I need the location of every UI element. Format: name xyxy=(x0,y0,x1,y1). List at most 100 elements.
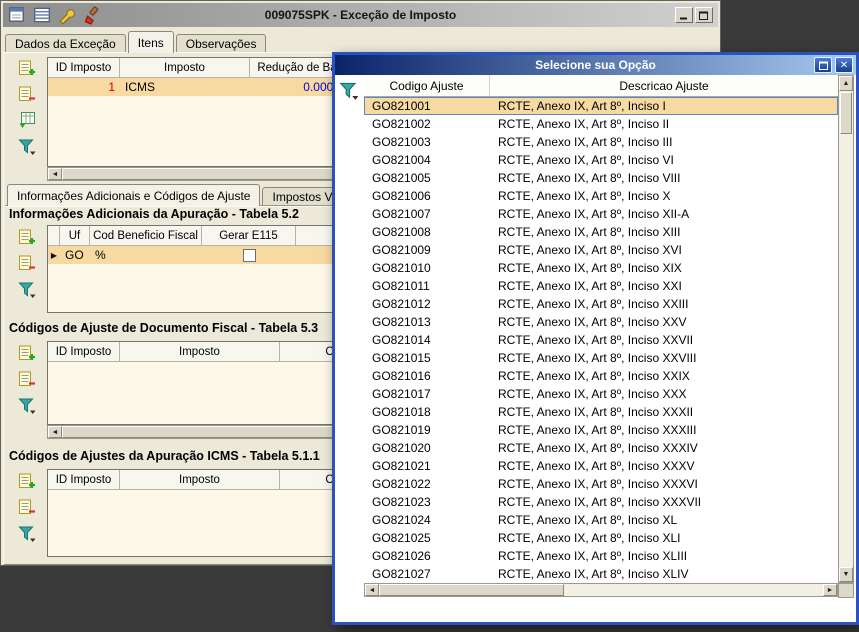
column-header-descricao-ajuste[interactable]: Descricao Ajuste xyxy=(490,75,838,96)
cell-codigo-ajuste: GO821006 xyxy=(372,189,431,203)
desktop: 009075SPK - Exceção de Imposto Dados da … xyxy=(0,0,859,632)
cell-descricao-ajuste: RCTE, Anexo IX, Art 8º, Inciso XXIII xyxy=(498,297,689,311)
column-header-id-imposto[interactable]: ID Imposto xyxy=(48,58,120,78)
popup-titlebar[interactable]: Selecione sua Opção ✕ xyxy=(335,55,856,75)
filter-icon[interactable] xyxy=(17,136,37,156)
column-header-id-imposto[interactable]: ID Imposto xyxy=(48,470,120,490)
row-indicator-icon: ▶ xyxy=(50,250,58,260)
maximize-button[interactable] xyxy=(695,7,713,23)
scrollbar-thumb[interactable] xyxy=(840,92,852,134)
opcoes-grid-row[interactable]: GO821012 RCTE, Anexo IX, Art 8º, Inciso … xyxy=(364,295,838,313)
cell-codigo-ajuste: GO821023 xyxy=(372,495,431,509)
titlebar-icon-group xyxy=(3,5,102,25)
cell-descricao-ajuste: RCTE, Anexo IX, Art 8º, Inciso XLIV xyxy=(498,567,689,581)
column-header-id-imposto[interactable]: ID Imposto xyxy=(48,342,120,362)
grid-icon[interactable] xyxy=(32,5,52,25)
column-header-gerar-e115[interactable]: Gerar E115 xyxy=(202,226,296,246)
scroll-down-icon[interactable]: ▼ xyxy=(839,567,853,582)
opcoes-grid-row[interactable]: GO821003 RCTE, Anexo IX, Art 8º, Inciso … xyxy=(364,133,838,151)
opcoes-grid-row[interactable]: GO821019 RCTE, Anexo IX, Art 8º, Inciso … xyxy=(364,421,838,439)
delete-record-icon[interactable] xyxy=(17,497,37,517)
scrollbar-track[interactable] xyxy=(564,584,823,596)
main-window-buttons xyxy=(675,7,713,23)
cell-descricao-ajuste: RCTE, Anexo IX, Art 8º, Inciso XXX xyxy=(498,387,687,401)
main-titlebar[interactable]: 009075SPK - Exceção de Imposto xyxy=(3,3,718,27)
opcoes-grid-row[interactable]: GO821013 RCTE, Anexo IX, Art 8º, Inciso … xyxy=(364,313,838,331)
opcoes-grid-row[interactable]: GO821007 RCTE, Anexo IX, Art 8º, Inciso … xyxy=(364,205,838,223)
tab-itens[interactable]: Itens xyxy=(127,31,174,53)
delete-record-icon[interactable] xyxy=(17,369,37,389)
cell-descricao-ajuste: RCTE, Anexo IX, Art 8º, Inciso XII-A xyxy=(498,207,690,221)
post-record-icon[interactable] xyxy=(17,110,37,130)
cell-codigo-ajuste: GO821027 xyxy=(372,567,431,581)
filter-icon[interactable] xyxy=(17,523,37,543)
opcoes-grid-row[interactable]: GO821006 RCTE, Anexo IX, Art 8º, Inciso … xyxy=(364,187,838,205)
scroll-right-icon[interactable]: ► xyxy=(823,584,837,596)
delete-record-icon[interactable] xyxy=(17,253,37,273)
scroll-left-icon[interactable]: ◄ xyxy=(48,426,62,438)
column-header-codigo-ajuste[interactable]: Codigo Ajuste xyxy=(364,75,490,96)
opcoes-grid-row[interactable]: GO821017 RCTE, Anexo IX, Art 8º, Inciso … xyxy=(364,385,838,403)
delete-record-icon[interactable] xyxy=(17,84,37,104)
opcoes-grid-row[interactable]: GO821011 RCTE, Anexo IX, Art 8º, Inciso … xyxy=(364,277,838,295)
insert-record-icon[interactable] xyxy=(17,471,37,491)
column-header-uf[interactable]: Uf xyxy=(60,226,90,246)
tab-informacoes-adicionais[interactable]: Informações Adicionais e Códigos de Ajus… xyxy=(7,184,261,206)
filter-icon[interactable] xyxy=(17,395,37,415)
column-header-cod-beneficio[interactable]: Cod Beneficio Fiscal xyxy=(90,226,202,246)
opcoes-grid-row[interactable]: GO821004 RCTE, Anexo IX, Art 8º, Inciso … xyxy=(364,151,838,169)
scroll-up-icon[interactable]: ▲ xyxy=(839,76,853,91)
column-header-reducao[interactable]: Redução de Ba xyxy=(250,58,345,78)
opcoes-grid-row[interactable]: GO821010 RCTE, Anexo IX, Art 8º, Inciso … xyxy=(364,259,838,277)
column-header-imposto[interactable]: Imposto xyxy=(120,58,250,78)
minimize-icon xyxy=(679,17,687,19)
brush-icon[interactable] xyxy=(82,5,102,25)
column-header-imposto[interactable]: Imposto xyxy=(120,342,280,362)
scrollbar-track[interactable] xyxy=(839,135,853,567)
cell-codigo-ajuste: GO821012 xyxy=(372,297,431,311)
scrollbar-thumb[interactable] xyxy=(379,584,564,596)
opcoes-grid-row[interactable]: GO821023 RCTE, Anexo IX, Art 8º, Inciso … xyxy=(364,493,838,511)
opcoes-grid-vscrollbar[interactable]: ▲ ▼ xyxy=(838,75,854,583)
opcoes-grid-row[interactable]: GO821022 RCTE, Anexo IX, Art 8º, Inciso … xyxy=(364,475,838,493)
scroll-left-icon[interactable]: ◄ xyxy=(48,168,62,180)
opcoes-grid-row[interactable]: GO821016 RCTE, Anexo IX, Art 8º, Inciso … xyxy=(364,367,838,385)
opcoes-grid-row[interactable]: GO821027 RCTE, Anexo IX, Art 8º, Inciso … xyxy=(364,565,838,583)
insert-record-icon[interactable] xyxy=(17,58,37,78)
report-icon[interactable] xyxy=(7,5,27,25)
cell-codigo-ajuste: GO821009 xyxy=(372,243,431,257)
tab-observacoes[interactable]: Observações xyxy=(175,34,267,53)
opcoes-grid-row[interactable]: GO821026 RCTE, Anexo IX, Art 8º, Inciso … xyxy=(364,547,838,565)
wrench-icon[interactable] xyxy=(57,5,77,25)
cell-codigo-ajuste: GO821007 xyxy=(372,207,431,221)
opcoes-grid-row[interactable]: GO821002 RCTE, Anexo IX, Art 8º, Inciso … xyxy=(364,115,838,133)
opcoes-grid-row[interactable]: GO821020 RCTE, Anexo IX, Art 8º, Inciso … xyxy=(364,439,838,457)
tab-label: Itens xyxy=(137,35,164,50)
opcoes-grid-row[interactable]: GO821024 RCTE, Anexo IX, Art 8º, Inciso … xyxy=(364,511,838,529)
opcoes-grid-row[interactable]: GO821008 RCTE, Anexo IX, Art 8º, Inciso … xyxy=(364,223,838,241)
popup-close-button[interactable]: ✕ xyxy=(835,57,853,73)
column-header-imposto[interactable]: Imposto xyxy=(120,470,280,490)
opcoes-grid-row[interactable]: GO821021 RCTE, Anexo IX, Art 8º, Inciso … xyxy=(364,457,838,475)
tab-dados-da-excecao[interactable]: Dados da Exceção xyxy=(5,34,126,53)
cell-id-imposto: 1 xyxy=(108,80,115,94)
opcoes-grid-row[interactable]: GO821014 RCTE, Anexo IX, Art 8º, Inciso … xyxy=(364,331,838,349)
filter-icon[interactable] xyxy=(17,279,37,299)
opcoes-grid-hscrollbar[interactable]: ◄ ► xyxy=(364,583,838,597)
cell-descricao-ajuste: RCTE, Anexo IX, Art 8º, Inciso XXVII xyxy=(498,333,694,347)
gerar-e115-checkbox[interactable] xyxy=(242,248,256,262)
popup-maximize-button[interactable] xyxy=(814,57,832,73)
minimize-button[interactable] xyxy=(675,7,693,23)
opcoes-grid-row[interactable]: GO821005 RCTE, Anexo IX, Art 8º, Inciso … xyxy=(364,169,838,187)
opcoes-grid-row[interactable]: GO821025 RCTE, Anexo IX, Art 8º, Inciso … xyxy=(364,529,838,547)
filter-icon[interactable] xyxy=(338,79,360,101)
opcoes-grid-row[interactable]: GO821009 RCTE, Anexo IX, Art 8º, Inciso … xyxy=(364,241,838,259)
insert-record-icon[interactable] xyxy=(17,227,37,247)
cell-descricao-ajuste: RCTE, Anexo IX, Art 8º, Inciso X xyxy=(498,189,671,203)
insert-record-icon[interactable] xyxy=(17,343,37,363)
opcoes-grid-row[interactable]: GO821001 RCTE, Anexo IX, Art 8º, Inciso … xyxy=(364,97,838,115)
opcoes-grid-row[interactable]: GO821018 RCTE, Anexo IX, Art 8º, Inciso … xyxy=(364,403,838,421)
opcoes-grid-row[interactable]: GO821015 RCTE, Anexo IX, Art 8º, Inciso … xyxy=(364,349,838,367)
scroll-left-icon[interactable]: ◄ xyxy=(365,584,379,596)
ajuste-apuracao-grid-navigator xyxy=(15,471,39,543)
